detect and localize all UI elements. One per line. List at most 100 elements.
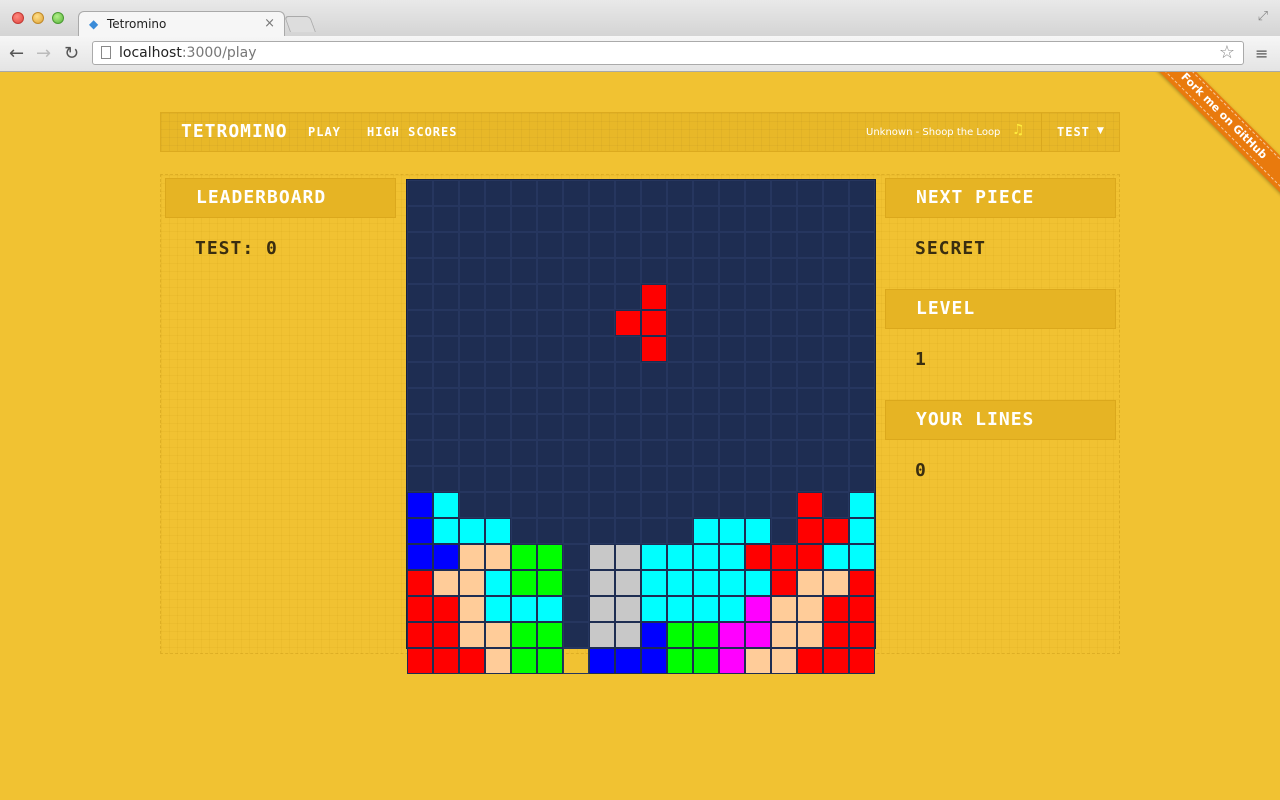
board-cell-empty [459,466,485,492]
address-bar[interactable]: localhost:3000/play ☆ [92,41,1244,65]
board-cell-empty [459,414,485,440]
board-cell-block [433,622,459,648]
board-cell-block [641,336,667,362]
board-cell-empty [667,492,693,518]
board-cell-empty [407,336,433,362]
board-cell-block [407,492,433,518]
board-cell-empty [771,518,797,544]
board-cell-empty [615,466,641,492]
board-cell-empty [589,206,615,232]
board-cell-empty [719,440,745,466]
board-cell-empty [641,466,667,492]
board-cell-empty [433,466,459,492]
board-cell-empty [823,232,849,258]
board-cell-empty [537,206,563,232]
back-icon[interactable]: ← [9,43,24,64]
board-cell-block [797,596,823,622]
board-cell-block [459,518,485,544]
board-cell-empty [823,362,849,388]
board-cell-block [745,518,771,544]
board-cell-empty [615,362,641,388]
board-cell-empty [667,336,693,362]
board-cell-empty [511,336,537,362]
board-cell-block [615,544,641,570]
brand-logo[interactable]: TETROMINO [181,121,288,142]
board-cell-empty [693,284,719,310]
zoom-window-button[interactable] [52,12,64,24]
board-cell-empty [433,180,459,206]
fork-me-ribbon[interactable]: Fork me on GitHub [1132,72,1280,208]
board-cell-empty [537,258,563,284]
board-cell-empty [485,180,511,206]
board-cell-block [407,518,433,544]
url-host: localhost [119,45,182,61]
board-cell-block [667,570,693,596]
board-cell-empty [797,388,823,414]
board-cell-empty [485,466,511,492]
board-cell-empty [485,362,511,388]
close-window-button[interactable] [12,12,24,24]
board-cell-empty [667,284,693,310]
board-cell-block [797,570,823,596]
board-cell-block [823,544,849,570]
board-cell-block [589,544,615,570]
minimize-window-button[interactable] [32,12,44,24]
board-cell-empty [641,388,667,414]
board-cell-empty [745,414,771,440]
board-cell-block [485,518,511,544]
board-cell-empty [459,336,485,362]
board-cell-empty [745,466,771,492]
board-cell-empty [719,310,745,336]
board-cell-empty [589,258,615,284]
board-cell-empty [719,284,745,310]
level-title: LEVEL [916,298,976,319]
reload-icon[interactable]: ↻ [64,43,79,64]
board-cell-empty [771,336,797,362]
next-piece-header: NEXT PIECE [885,178,1116,218]
board-cell-block [823,518,849,544]
board-cell-empty [719,206,745,232]
board-cell-empty [797,466,823,492]
board-cell-empty [433,284,459,310]
fullscreen-icon[interactable]: ⤢ [1258,9,1268,24]
board-cell-empty [407,440,433,466]
board-cell-empty [823,388,849,414]
browser-menu-icon[interactable]: ≡ [1255,44,1268,63]
board-cell-block [771,544,797,570]
board-cell-block [849,518,875,544]
board-cell-block [849,622,875,648]
board-cell-empty [823,258,849,284]
new-tab-button[interactable] [284,16,316,32]
board-cell-block [719,570,745,596]
board-cell-block [849,648,875,674]
board-cell-block [459,622,485,648]
board-cell-empty [563,492,589,518]
board-cell-empty [511,310,537,336]
music-note-icon[interactable]: ♫ [1012,122,1025,138]
nav-high-scores-link[interactable]: HIGH SCORES [367,125,457,139]
board-cell-empty [797,232,823,258]
caret-down-icon[interactable]: ▼ [1097,126,1104,136]
board-cell-empty [823,440,849,466]
close-tab-icon[interactable]: × [264,16,275,31]
board-cell-block [693,570,719,596]
forward-icon[interactable]: → [36,43,51,64]
board-cell-empty [693,440,719,466]
board-cell-empty [537,310,563,336]
bookmark-star-icon[interactable]: ☆ [1219,42,1235,63]
board-cell-empty [615,518,641,544]
board-cell-empty [589,492,615,518]
game-board[interactable] [406,179,876,674]
nav-play-link[interactable]: PLAY [308,125,341,139]
board-cell-empty [771,180,797,206]
board-cell-empty [589,362,615,388]
board-cell-empty [797,284,823,310]
board-cell-block [433,544,459,570]
board-cell-empty [433,258,459,284]
user-menu[interactable]: TEST [1057,125,1090,139]
board-cell-empty [771,232,797,258]
board-cell-empty [771,206,797,232]
board-cell-empty [771,440,797,466]
browser-tab[interactable]: ◆ Tetromino × [78,11,285,37]
board-cell-empty [433,388,459,414]
